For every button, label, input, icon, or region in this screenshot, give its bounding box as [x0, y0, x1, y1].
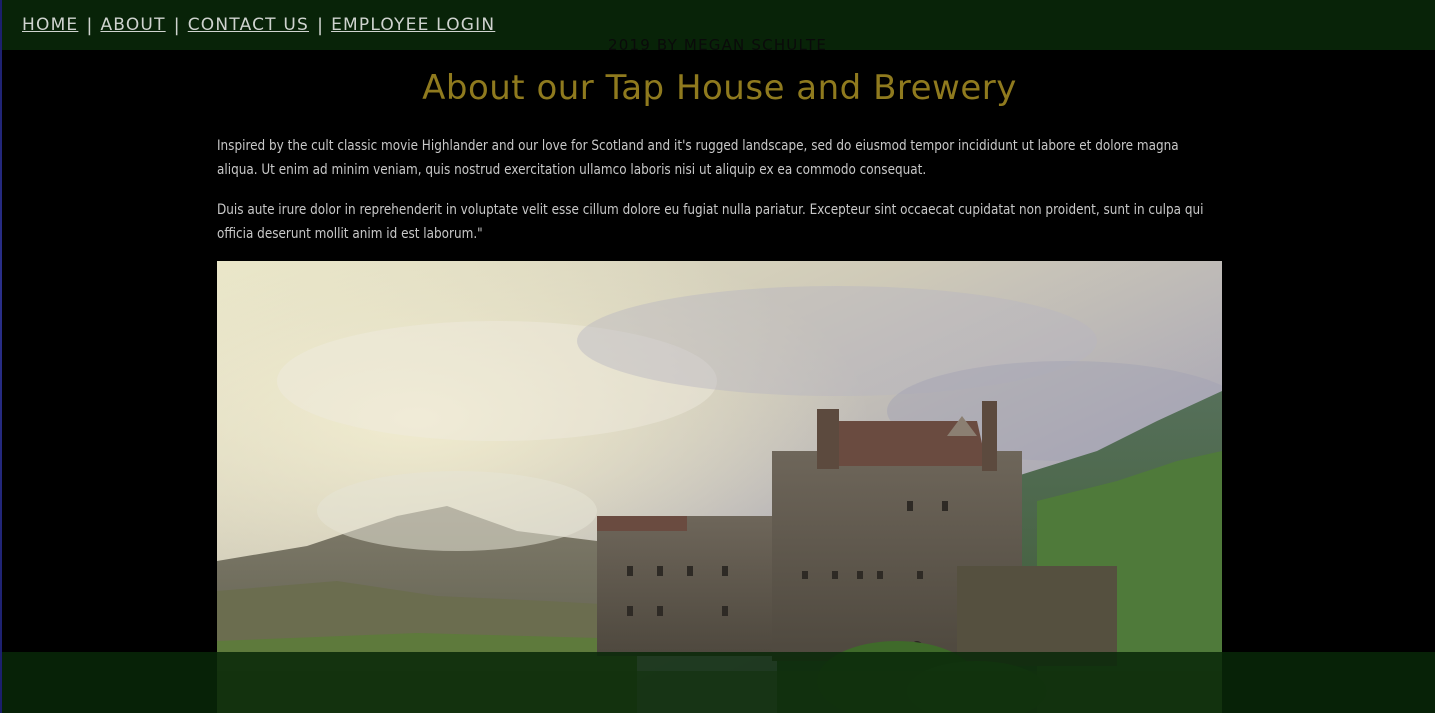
- nav-separator: |: [173, 14, 180, 36]
- footer-copyright: 2019 BY MEGAN SCHULTE: [607, 36, 828, 54]
- intro-paragraph: Inspired by the cult classic movie Highl…: [217, 138, 1179, 178]
- nav-contact-link[interactable]: CONTACT US: [188, 15, 309, 35]
- castle-hero-image: [217, 261, 1222, 713]
- nav-about-link[interactable]: ABOUT: [100, 15, 165, 35]
- nav-separator: |: [317, 14, 324, 36]
- detail-paragraph: Duis aute irure dolor in reprehenderit i…: [217, 202, 1204, 242]
- nav-home-link[interactable]: HOME: [22, 15, 78, 35]
- page-title: About our Tap House and Brewery: [422, 68, 1017, 108]
- window-edge: [0, 0, 2, 713]
- footer-bar: [2, 652, 1435, 713]
- nav-separator: |: [86, 14, 93, 36]
- page: HOME | ABOUT | CONTACT US | EMPLOYEE LOG…: [0, 0, 1435, 713]
- nav-employee-login-link[interactable]: EMPLOYEE LOGIN: [331, 15, 495, 35]
